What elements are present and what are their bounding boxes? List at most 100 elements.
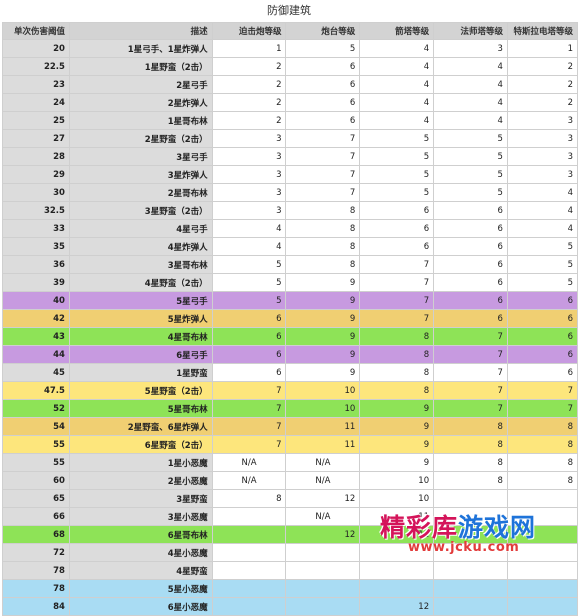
level-cell: [211, 561, 287, 580]
level-cell: 6: [285, 111, 361, 130]
level-cell: 9: [285, 345, 361, 364]
level-cell: 5: [433, 183, 508, 202]
level-cell: 10: [359, 489, 435, 508]
level-cell: 8: [433, 471, 508, 490]
level-cell: 7: [211, 381, 287, 400]
description-cell: 6星小恶魔: [68, 597, 213, 616]
level-cell: 6: [506, 291, 578, 310]
damage-threshold-cell: 78: [2, 561, 70, 580]
level-cell: 9: [359, 435, 435, 454]
level-cell: [285, 597, 361, 616]
level-cell: 3: [211, 201, 287, 220]
level-cell: 10: [285, 381, 361, 400]
level-cell: 3: [506, 111, 578, 130]
description-cell: 4星哥布林: [68, 327, 213, 346]
level-cell: 4: [506, 219, 578, 238]
level-cell: 8: [506, 453, 578, 472]
table-row: 40 5星弓手 5 9 7 6 6: [2, 291, 578, 310]
damage-threshold-cell: 27: [2, 129, 70, 148]
description-cell: 4星小恶魔: [68, 543, 213, 562]
damage-threshold-cell: 32.5: [2, 201, 70, 220]
description-cell: 1星小恶魔: [68, 453, 213, 472]
level-cell: 8: [211, 489, 287, 508]
level-cell: 6: [433, 201, 508, 220]
level-cell: 5: [506, 255, 578, 274]
level-cell: 1: [506, 39, 578, 58]
level-cell: 6: [211, 309, 287, 328]
damage-threshold-cell: 22.5: [2, 57, 70, 76]
level-cell: 5: [211, 291, 287, 310]
level-cell: 4: [359, 39, 435, 58]
level-cell: 6: [433, 237, 508, 256]
description-cell: 5星炸弹人: [68, 309, 213, 328]
level-cell: 8: [359, 345, 435, 364]
table-row: 35 4星炸弹人 4 8 6 6 5: [2, 237, 578, 256]
damage-threshold-cell: 78: [2, 579, 70, 598]
damage-threshold-cell: 55: [2, 453, 70, 472]
level-cell: 6: [285, 75, 361, 94]
level-cell: 3: [211, 183, 287, 202]
table-row: 39 4星野蛮（2击） 5 9 7 6 5: [2, 273, 578, 292]
level-cell: 4: [359, 57, 435, 76]
level-cell: 6: [359, 219, 435, 238]
level-cell: 4: [433, 93, 508, 112]
description-cell: 1星哥布林: [68, 111, 213, 130]
damage-threshold-cell: 45: [2, 363, 70, 382]
level-cell: 5: [359, 147, 435, 166]
level-cell: [285, 579, 361, 598]
damage-threshold-cell: 65: [2, 489, 70, 508]
level-cell: 7: [285, 129, 361, 148]
level-cell: 5: [359, 183, 435, 202]
level-cell: 2: [506, 57, 578, 76]
level-cell: 7: [211, 417, 287, 436]
table-row: 42 5星炸弹人 6 9 7 6 6: [2, 309, 578, 328]
description-cell: 6星野蛮（2击）: [68, 435, 213, 454]
damage-threshold-cell: 47.5: [2, 381, 70, 400]
level-cell: [433, 579, 508, 598]
table-row: 60 2星小恶魔 N/A N/A 10 8 8: [2, 471, 578, 490]
table-row: 55 1星小恶魔 N/A N/A 9 8 8: [2, 453, 578, 472]
table-row: 84 6星小恶魔 12: [2, 597, 578, 616]
damage-threshold-cell: 24: [2, 93, 70, 112]
level-cell: 8: [506, 417, 578, 436]
damage-threshold-cell: 35: [2, 237, 70, 256]
level-cell: 8: [285, 219, 361, 238]
level-cell: 3: [211, 147, 287, 166]
damage-threshold-cell: 54: [2, 417, 70, 436]
level-cell: 3: [506, 147, 578, 166]
level-cell: 3: [211, 165, 287, 184]
level-cell: 8: [506, 435, 578, 454]
table-row: 20 1星弓手、1星炸弹人 1 5 4 3 1: [2, 39, 578, 58]
table-row: 43 4星哥布林 6 9 8 7 6: [2, 327, 578, 346]
level-cell: 2: [211, 111, 287, 130]
watermark-text-left: 精彩库: [380, 513, 459, 542]
description-cell: 1星野蛮: [68, 363, 213, 382]
level-cell: [285, 543, 361, 562]
level-cell: 7: [359, 273, 435, 292]
level-cell: 8: [433, 435, 508, 454]
level-cell: 6: [211, 363, 287, 382]
level-cell: [211, 543, 287, 562]
description-cell: 5星哥布林: [68, 399, 213, 418]
level-cell: 6: [433, 255, 508, 274]
damage-threshold-cell: 52: [2, 399, 70, 418]
level-cell: 6: [433, 273, 508, 292]
level-cell: 12: [285, 525, 361, 544]
damage-threshold-cell: 60: [2, 471, 70, 490]
level-cell: 10: [285, 399, 361, 418]
column-header: 炮台等级: [285, 22, 361, 40]
damage-threshold-cell: 39: [2, 273, 70, 292]
level-cell: [506, 489, 578, 508]
description-cell: 2星弓手: [68, 75, 213, 94]
level-cell: 2: [211, 75, 287, 94]
level-cell: 8: [359, 363, 435, 382]
damage-threshold-cell: 72: [2, 543, 70, 562]
level-cell: 4: [211, 237, 287, 256]
description-cell: 4星野蛮（2击）: [68, 273, 213, 292]
level-cell: 6: [211, 345, 287, 364]
level-cell: 4: [359, 111, 435, 130]
level-cell: 5: [433, 147, 508, 166]
level-cell: 9: [285, 273, 361, 292]
level-cell: 6: [359, 237, 435, 256]
level-cell: 7: [433, 327, 508, 346]
